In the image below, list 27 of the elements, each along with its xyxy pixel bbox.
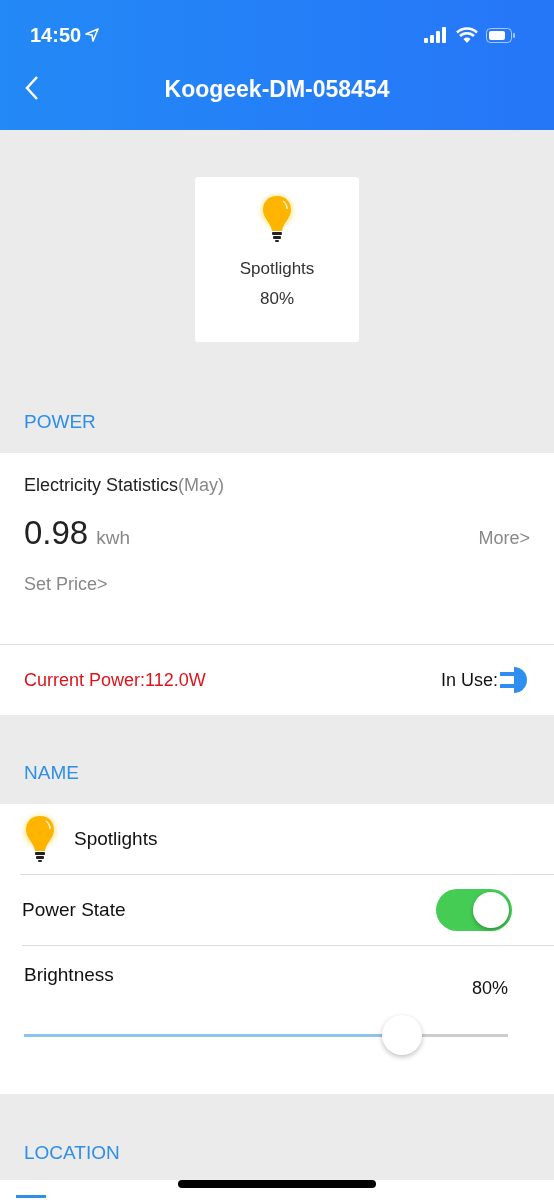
in-use-label: In Use: <box>440 669 498 691</box>
energy-unit: kwh <box>96 527 131 548</box>
page-title: Koogeek-DM-058454 <box>164 75 390 103</box>
power-toggle[interactable] <box>436 889 512 931</box>
section-header: POWER <box>24 411 96 433</box>
section-header: LOCATION <box>24 1142 120 1164</box>
energy-value: 0.98 <box>24 514 89 551</box>
battery-icon <box>486 27 516 43</box>
power-state-label: Power State <box>22 899 126 921</box>
current-power: Current Power:112.0W <box>24 669 206 691</box>
slider-thumb[interactable] <box>381 1015 422 1055</box>
wifi-icon <box>456 27 478 43</box>
signal-icon <box>424 27 448 43</box>
tab-indicator <box>16 1195 46 1198</box>
brightness-label: Brightness <box>24 964 114 987</box>
device-name: Spotlights <box>74 828 158 850</box>
statistics-heading: Electricity Statistics(May) <box>24 475 226 496</box>
more-link[interactable]: More> <box>478 528 530 549</box>
set-price-link[interactable]: Set Price> <box>24 574 108 595</box>
home-indicator[interactable] <box>178 1180 376 1188</box>
device-brightness: 80% <box>260 289 294 309</box>
status-time: 14:50 <box>30 23 82 47</box>
section-header: NAME <box>24 762 79 784</box>
device-tile[interactable]: Spotlights 80% <box>195 177 359 342</box>
brightness-value: 80% <box>471 978 508 999</box>
device-name: Spotlights <box>239 259 315 279</box>
location-arrow-icon <box>85 28 100 42</box>
